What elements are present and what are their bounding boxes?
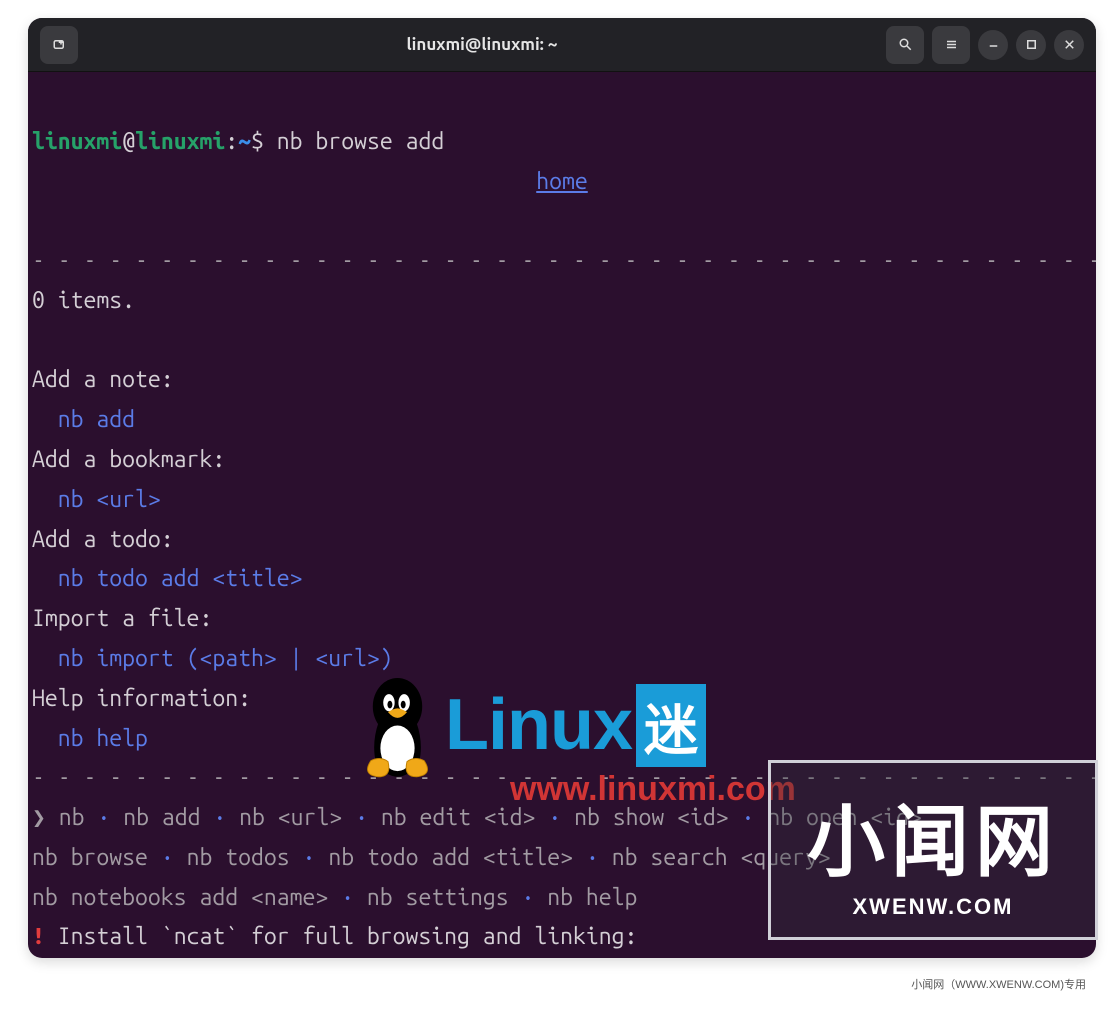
import-cmd: nb import (<path> | <url>) <box>58 646 393 671</box>
footer-cmd: nb notebooks add <name> <box>32 885 328 910</box>
maximize-icon <box>1024 37 1039 52</box>
minimize-button[interactable] <box>978 30 1008 60</box>
dot: · <box>341 885 354 910</box>
add-bookmark-label: Add a bookmark: <box>32 447 225 472</box>
help-label: Help information: <box>32 686 251 711</box>
footer-cmd: nb open <id> <box>767 805 922 830</box>
add-note-cmd: nb add <box>58 407 135 432</box>
footer-cmd: nb add <box>123 805 200 830</box>
maximize-button[interactable] <box>1016 30 1046 60</box>
items-count: 0 items. <box>32 288 135 313</box>
footer-prompt: ❯ <box>32 805 46 830</box>
help-cmd: nb help <box>58 726 148 751</box>
add-note-label: Add a note: <box>32 367 174 392</box>
dot: · <box>586 845 599 870</box>
install-msg: Install `ncat` for full browsing and lin… <box>45 924 637 949</box>
close-icon <box>1062 37 1077 52</box>
divider2: - - - - - - - - - - - - - - - - - - - - … <box>32 765 1096 790</box>
dot: · <box>355 805 368 830</box>
footer-cmd: nb todos <box>187 845 290 870</box>
footer-cmd: nb help <box>547 885 637 910</box>
prompt-user: linuxmi <box>32 129 122 154</box>
add-bookmark-cmd: nb <url> <box>58 487 161 512</box>
dot: · <box>522 885 535 910</box>
minimize-icon <box>986 37 1001 52</box>
install-bang: ! <box>32 924 45 949</box>
footer-cmd: nb todo add <title> <box>328 845 573 870</box>
footer-cmd: nb <url> <box>239 805 342 830</box>
footer-cmd: nb browse <box>32 845 148 870</box>
add-todo-cmd: nb todo add <title> <box>58 566 303 591</box>
terminal-window: linuxmi@linuxmi: ~ linuxmi@linuxmi:~$ nb… <box>28 18 1096 958</box>
close-button[interactable] <box>1054 30 1084 60</box>
import-label: Import a file: <box>32 606 212 631</box>
divider: - - - - - - - - - - - - - - - - - - - - … <box>32 248 1096 273</box>
prompt-command: nb browse add <box>277 129 444 154</box>
dot: · <box>303 845 316 870</box>
footer-cmd: nb edit <id> <box>381 805 536 830</box>
footer-cmd: nb <box>59 805 85 830</box>
dot: · <box>161 845 174 870</box>
prompt-host: linuxmi <box>135 129 225 154</box>
new-tab-button[interactable] <box>40 26 78 64</box>
prompt-colon: : <box>225 129 238 154</box>
new-tab-icon <box>52 37 67 52</box>
window-title: linuxmi@linuxmi: ~ <box>78 35 886 54</box>
hamburger-icon <box>944 37 959 52</box>
prompt-path: ~ <box>238 129 251 154</box>
titlebar: linuxmi@linuxmi: ~ <box>28 18 1096 72</box>
menu-button[interactable] <box>932 26 970 64</box>
footer-cmd: nb settings <box>367 885 509 910</box>
terminal-body[interactable]: linuxmi@linuxmi:~$ nb browse add home - … <box>28 72 1096 958</box>
dot: · <box>213 805 226 830</box>
search-button[interactable] <box>886 26 924 64</box>
footer-cmd: nb search <query> <box>612 845 831 870</box>
dot: · <box>97 805 110 830</box>
search-icon <box>898 37 913 52</box>
dot: · <box>742 805 755 830</box>
add-todo-label: Add a todo: <box>32 527 174 552</box>
watermark-xwenw-note: 小闻网（WWW.XWENW.COM)专用 <box>911 976 1086 1010</box>
dot: · <box>548 805 561 830</box>
home-link[interactable]: home <box>536 169 588 194</box>
prompt-symbol: $ <box>251 129 264 154</box>
footer-cmd: nb show <id> <box>574 805 729 830</box>
prompt-at: @ <box>122 129 135 154</box>
